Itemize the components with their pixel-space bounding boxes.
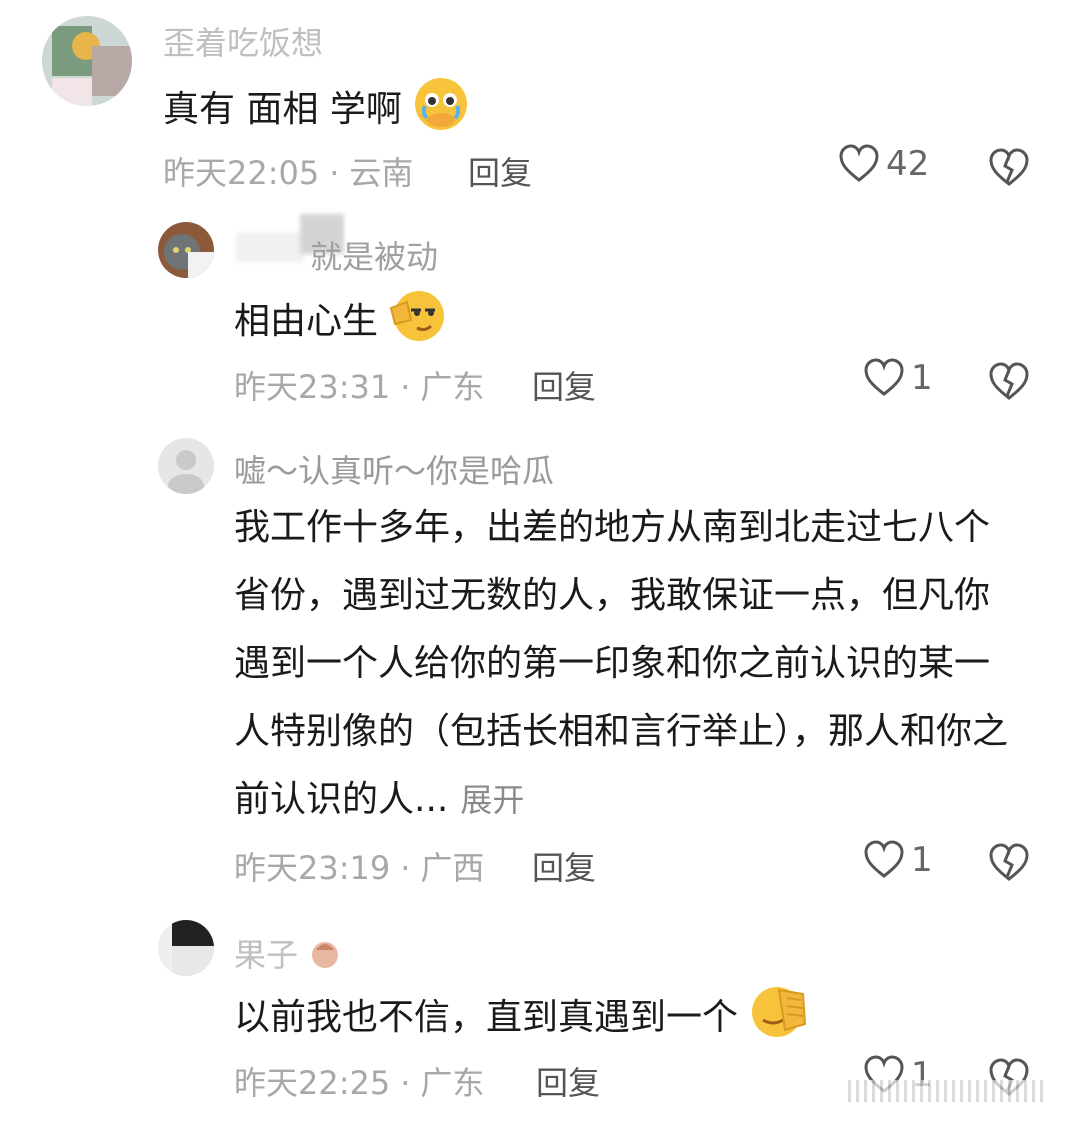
face-palm-emoji <box>749 984 807 1054</box>
dislike-button[interactable] <box>988 362 1030 406</box>
comment-location: 云南 <box>349 154 414 192</box>
comment-location: 广东 <box>420 1064 485 1102</box>
heart-icon <box>864 840 904 878</box>
like-count: 42 <box>886 144 930 184</box>
reply-button[interactable]: 回复 <box>532 362 596 408</box>
broken-heart-icon <box>989 843 1029 881</box>
avatar[interactable] <box>158 438 214 494</box>
comment-time: 昨天23:31 <box>234 368 391 406</box>
crying-face-emoji <box>413 76 469 146</box>
reply-button[interactable]: 回复 <box>536 1058 600 1104</box>
username[interactable]: 歪着吃饭想 <box>163 18 323 64</box>
avatar[interactable] <box>158 920 214 976</box>
comment-text: 以前我也不信，直到真遇到一个 <box>234 984 807 1054</box>
dislike-button[interactable] <box>988 843 1030 887</box>
separator-dot: · <box>400 1064 411 1102</box>
broken-heart-icon <box>989 148 1029 186</box>
comment-text-content: 以前我也不信，直到真遇到一个 <box>234 997 739 1038</box>
avatar[interactable] <box>158 222 214 278</box>
expand-link[interactable]: 展开 <box>460 781 524 819</box>
comment-location: 广东 <box>420 368 485 406</box>
heart-icon <box>839 144 879 182</box>
username-text: 果子 <box>234 936 299 974</box>
broken-heart-icon <box>989 362 1029 400</box>
comment-text: 相由心生 <box>234 288 445 358</box>
username[interactable]: 嘘～认真听～你是哈瓜 <box>234 446 554 492</box>
comment-time: 昨天23:19 <box>234 849 391 887</box>
username[interactable]: 就是被动 <box>310 232 438 278</box>
separator-dot: · <box>400 849 411 887</box>
comment-text-content: 真有 面相 学啊 <box>163 89 402 130</box>
like-button[interactable]: 1 <box>863 358 933 398</box>
username[interactable]: 果子 <box>234 930 342 978</box>
reply-button[interactable]: 回复 <box>532 843 596 889</box>
comment-time: 昨天22:25 <box>234 1064 391 1102</box>
username-redaction <box>236 232 304 262</box>
like-count: 1 <box>911 840 933 880</box>
salute-face-emoji <box>389 288 445 358</box>
comment-meta: 昨天22:05 · 云南 <box>163 148 413 194</box>
like-count: 1 <box>911 358 933 398</box>
comment-time: 昨天22:05 <box>163 154 320 192</box>
comment-text-content: 我工作十多年，出差的地方从南到北走过七八个省份，遇到过无数的人，我敢保证一点，但… <box>234 507 1009 820</box>
watermark-bar <box>848 1080 1048 1102</box>
comment-text-content: 相由心生 <box>234 301 379 342</box>
reply-button[interactable]: 回复 <box>468 148 532 194</box>
comment-meta: 昨天22:25 · 广东 <box>234 1058 484 1104</box>
comment-text: 真有 面相 学啊 <box>163 76 469 146</box>
avatar[interactable] <box>42 16 132 106</box>
separator-dot: · <box>400 368 411 406</box>
like-button[interactable]: 42 <box>838 144 929 184</box>
chestnut-emoji <box>308 936 342 978</box>
comment-meta: 昨天23:31 · 广东 <box>234 362 484 408</box>
heart-icon <box>864 358 904 396</box>
comment-meta: 昨天23:19 · 广西 <box>234 843 484 889</box>
comment-location: 广西 <box>420 849 485 887</box>
dislike-button[interactable] <box>988 148 1030 192</box>
like-button[interactable]: 1 <box>863 840 933 880</box>
separator-dot: · <box>329 154 340 192</box>
comment-text: 我工作十多年，出差的地方从南到北走过七八个省份，遇到过无数的人，我敢保证一点，但… <box>234 494 1024 834</box>
